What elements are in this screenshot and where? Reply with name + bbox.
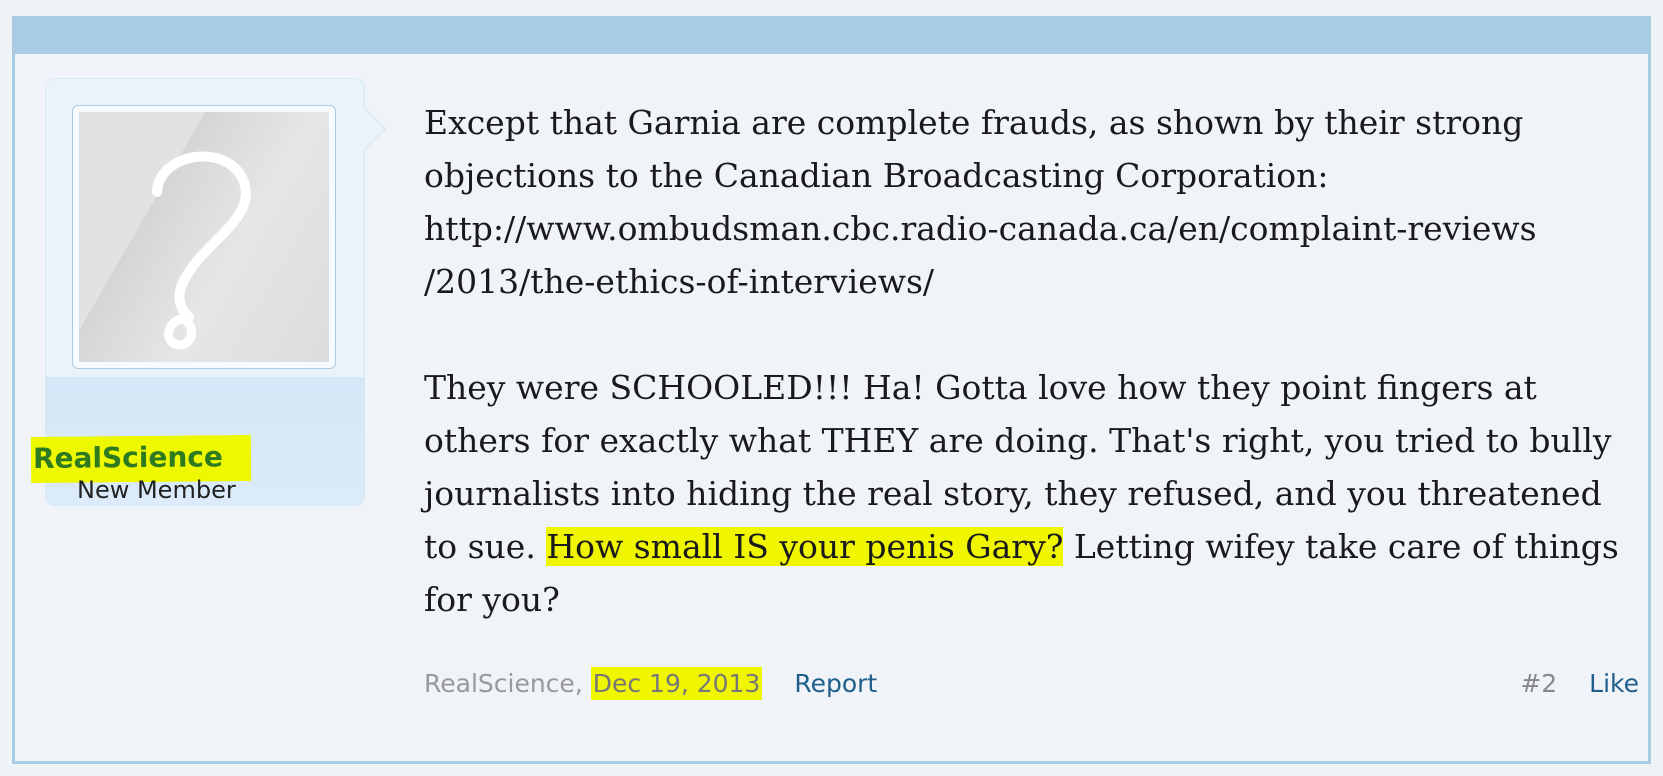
meta-right-controls: #2 Like <box>1520 664 1639 704</box>
report-link[interactable]: Report <box>794 669 877 698</box>
user-title: New Member <box>77 476 236 504</box>
meta-separator: , <box>574 669 583 698</box>
post-header-bar <box>15 16 1648 54</box>
meta-author-link[interactable]: RealScience <box>424 669 575 698</box>
post-number-link[interactable]: #2 <box>1520 669 1557 698</box>
message-line: Except that Garnia are complete frauds, … <box>424 103 1524 142</box>
post-meta-bar: RealScience, Dec 19, 2013 Report #2 Like <box>424 664 1639 704</box>
speech-arrow <box>363 107 386 151</box>
message-text: to sue. <box>424 527 547 566</box>
avatar[interactable] <box>72 105 336 369</box>
message-text: Letting wifey take care of things <box>1063 527 1619 566</box>
message-line: They were SCHOOLED!!! Ha! Gotta love how… <box>424 368 1537 407</box>
message-line: objections to the Canadian Broadcasting … <box>424 156 1329 195</box>
highlighted-text: How small IS your penis Gary? <box>546 527 1064 566</box>
message-line: journalists into hiding the real story, … <box>424 474 1602 513</box>
question-mark-avatar-icon <box>79 112 329 362</box>
message-link[interactable]: http://www.ombudsman.cbc.radio-canada.ca… <box>424 202 1624 255</box>
message-link-continued[interactable]: /2013/the-ethics-of-interviews/ <box>424 255 1624 308</box>
message-line-highlighted: to sue. How small IS your penis Gary? Le… <box>424 520 1624 573</box>
message-line: others for exactly what THEY are doing. … <box>424 421 1612 460</box>
message-body: Except that Garnia are complete frauds, … <box>424 96 1624 626</box>
like-link[interactable]: Like <box>1589 669 1639 698</box>
post-date[interactable]: Dec 19, 2013 <box>590 667 763 700</box>
post-container: RealScience New Member Except that Garni… <box>12 16 1651 764</box>
message-line: for you? <box>424 580 560 619</box>
